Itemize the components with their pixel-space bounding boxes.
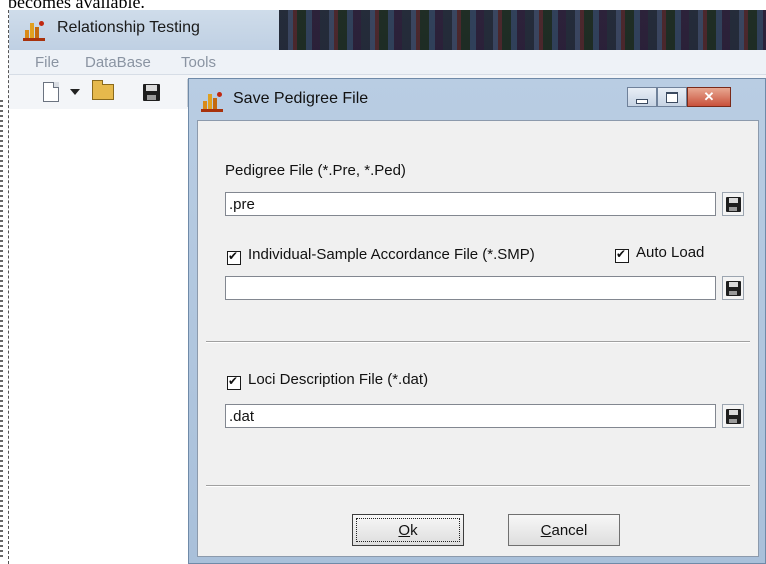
auto-load-checkbox[interactable] xyxy=(615,247,629,263)
loci-checkbox[interactable] xyxy=(227,374,241,390)
accordance-save-button[interactable] xyxy=(722,276,744,300)
pedigree-file-input[interactable]: .pre xyxy=(225,192,716,216)
background-image-strip xyxy=(279,10,766,50)
minimize-icon xyxy=(636,98,648,104)
ok-accel: O xyxy=(398,521,411,539)
open-folder-icon[interactable] xyxy=(91,80,115,103)
accordance-checkbox[interactable] xyxy=(227,249,241,265)
save-disk-icon xyxy=(725,196,741,212)
save-pedigree-dialog: Save Pedigree File ✕ Pedigree File (*.Pr… xyxy=(188,78,766,564)
save-disk-icon[interactable] xyxy=(139,81,163,103)
window-controls: ✕ xyxy=(627,87,731,109)
save-disk-icon xyxy=(725,408,741,424)
app-chart-icon xyxy=(23,19,45,41)
dialog-title: Save Pedigree File xyxy=(233,90,369,107)
loci-save-button[interactable] xyxy=(722,404,744,428)
ok-label: k xyxy=(410,521,418,539)
cancel-button[interactable]: Cancel xyxy=(508,514,620,546)
left-edge-dotted-border xyxy=(0,100,3,560)
close-button[interactable]: ✕ xyxy=(687,87,731,107)
dialog-app-icon xyxy=(201,90,223,112)
cancel-accel: C xyxy=(540,521,552,539)
dialog-client-area: Pedigree File (*.Pre, *.Ped) .pre Indivi… xyxy=(197,120,759,557)
maximize-button[interactable] xyxy=(657,87,687,107)
save-disk-icon xyxy=(725,280,741,296)
left-panel xyxy=(9,110,189,564)
pedigree-file-label: Pedigree File (*.Pre, *.Ped) xyxy=(225,162,406,179)
main-window-title: Relationship Testing xyxy=(57,19,200,36)
new-document-icon[interactable] xyxy=(39,81,63,103)
pedigree-save-button[interactable] xyxy=(722,192,744,216)
close-icon: ✕ xyxy=(703,89,715,104)
maximize-icon xyxy=(666,91,678,103)
divider xyxy=(206,341,750,343)
ok-button[interactable]: Ok xyxy=(352,514,464,546)
main-window-title-bar[interactable]: Relationship Testing xyxy=(9,10,766,50)
auto-load-label: Auto Load xyxy=(636,244,705,261)
loci-file-input[interactable]: .dat xyxy=(225,404,716,428)
accordance-file-input[interactable] xyxy=(225,276,716,300)
menu-tools[interactable]: Tools xyxy=(181,54,216,71)
accordance-file-label: Individual-Sample Accordance File (*.SMP… xyxy=(248,246,535,263)
minimize-button[interactable] xyxy=(627,87,657,107)
menu-file[interactable]: File xyxy=(35,54,59,71)
menu-bar: File DataBase Tools xyxy=(9,50,766,75)
dropdown-arrow-icon[interactable] xyxy=(63,81,87,103)
loci-file-label: Loci Description File (*.dat) xyxy=(248,371,429,388)
divider xyxy=(206,485,750,487)
cancel-label: ancel xyxy=(551,521,588,539)
menu-database[interactable]: DataBase xyxy=(85,54,151,71)
